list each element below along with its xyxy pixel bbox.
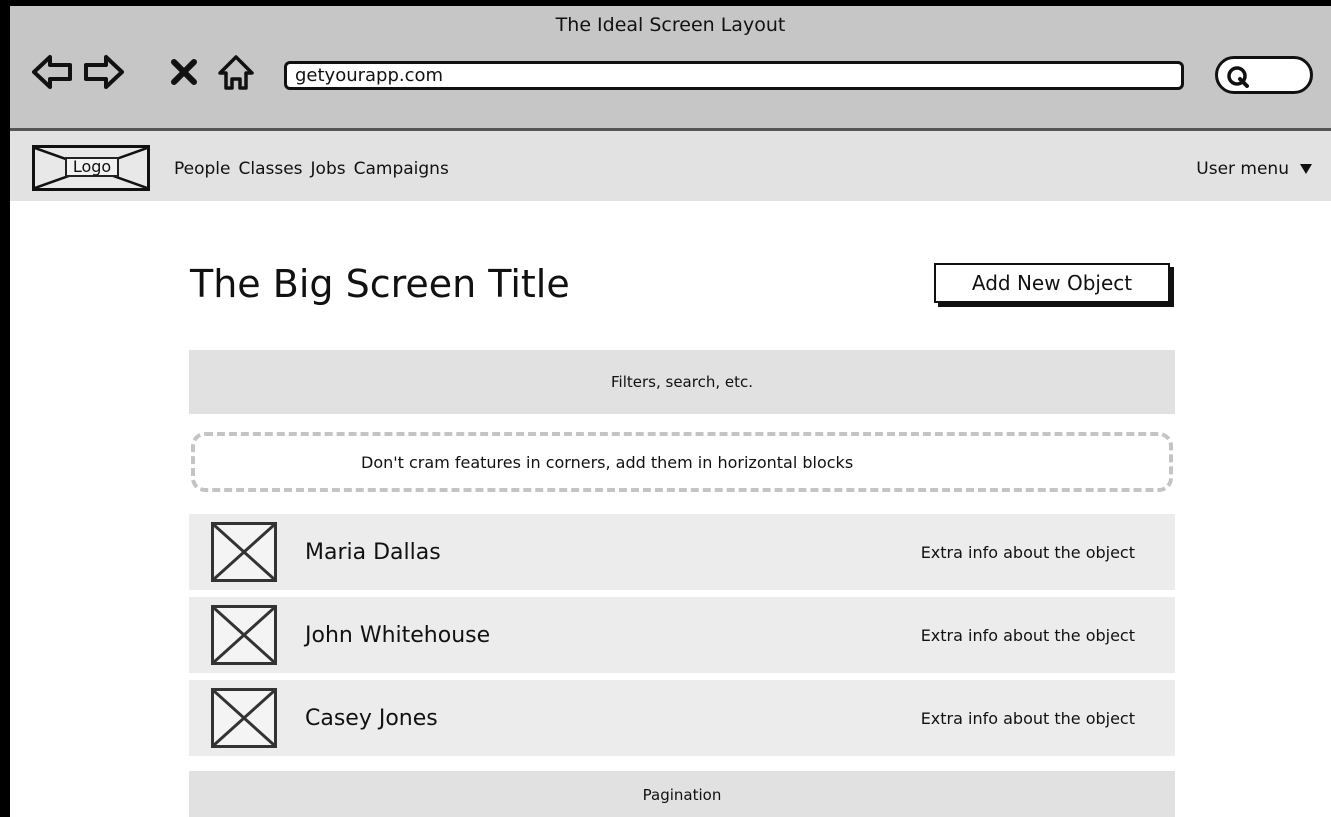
filters-bar[interactable]: Filters, search, etc. (189, 350, 1175, 414)
list-item[interactable]: John Whitehouse Extra info about the obj… (189, 597, 1175, 673)
app-navbar: Logo People Classes Jobs Campaigns User … (10, 131, 1331, 201)
forward-arrow-icon[interactable] (82, 50, 126, 94)
pagination[interactable]: Pagination (189, 771, 1175, 817)
home-icon[interactable] (214, 50, 258, 94)
list-item[interactable]: Casey Jones Extra info about the object (189, 680, 1175, 756)
browser-search-field[interactable] (1215, 56, 1313, 94)
user-menu[interactable]: User menu (1196, 159, 1313, 179)
user-menu-label: User menu (1196, 159, 1289, 179)
image-placeholder-icon (211, 522, 277, 582)
browser-window: The Ideal Screen Layout getyourapp.com L… (10, 6, 1331, 817)
item-name: Casey Jones (305, 706, 438, 731)
nav-link-campaigns[interactable]: Campaigns (354, 159, 449, 179)
item-extra-info: Extra info about the object (920, 543, 1135, 562)
logo[interactable]: Logo (32, 145, 150, 191)
add-new-object-button[interactable]: Add New Object (934, 263, 1170, 303)
nav-links: People Classes Jobs Campaigns (174, 159, 449, 179)
image-placeholder-icon (211, 688, 277, 748)
search-icon (1227, 66, 1249, 88)
item-name: John Whitehouse (305, 623, 491, 648)
address-bar[interactable]: getyourapp.com (284, 61, 1184, 90)
item-name: Maria Dallas (305, 540, 441, 565)
nav-link-jobs[interactable]: Jobs (311, 159, 346, 179)
stop-icon[interactable] (162, 50, 206, 94)
back-arrow-icon[interactable] (30, 50, 74, 94)
caret-down-icon (1300, 164, 1312, 174)
item-extra-info: Extra info about the object (920, 626, 1135, 645)
hint-text: Don't cram features in corners, add them… (361, 453, 854, 472)
page-title: The Big Screen Title (190, 262, 570, 306)
nav-link-people[interactable]: People (174, 159, 230, 179)
image-placeholder-icon (211, 605, 277, 665)
hint-block: Don't cram features in corners, add them… (191, 432, 1173, 492)
pagination-label: Pagination (642, 786, 722, 804)
browser-chrome: The Ideal Screen Layout getyourapp.com (10, 6, 1331, 131)
filters-label: Filters, search, etc. (611, 373, 753, 391)
list-item[interactable]: Maria Dallas Extra info about the object (189, 514, 1175, 590)
window-title: The Ideal Screen Layout (555, 14, 786, 36)
nav-link-classes[interactable]: Classes (238, 159, 302, 179)
logo-label: Logo (65, 157, 119, 177)
item-extra-info: Extra info about the object (920, 709, 1135, 728)
